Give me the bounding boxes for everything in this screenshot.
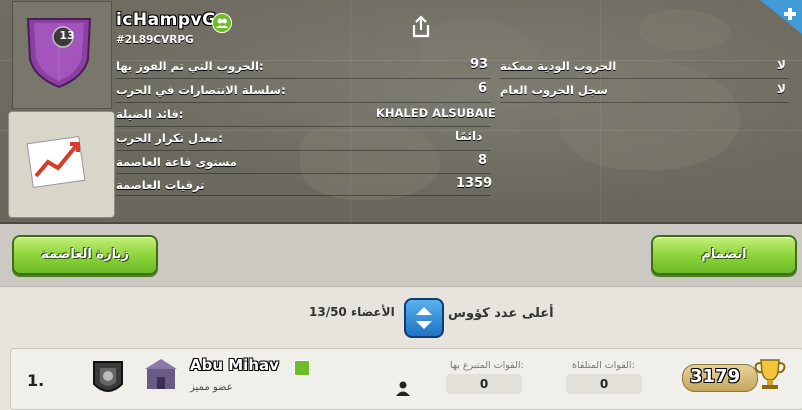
war-log-value: لا (777, 82, 786, 96)
visit-capital-button[interactable]: زيارة العاصمة (12, 235, 158, 275)
win-streak-value: 6 (478, 81, 488, 96)
member-role: عضو مميز (190, 382, 233, 393)
trophy-count: 3179 (690, 366, 741, 387)
members-count-value: 13/50 (309, 305, 347, 319)
received-value: 0 (566, 374, 642, 394)
clan-name: icHampvG (116, 10, 217, 30)
war-chart-icon (26, 136, 86, 188)
clan-leader-label: قائد الضيلة: (116, 107, 184, 121)
friendly-wars-label: الحروب الودية ممكنة (500, 59, 617, 73)
join-button[interactable]: انضمام (651, 235, 797, 275)
town-hall-icon (145, 359, 177, 389)
capital-trophies-value: 1359 (456, 176, 493, 191)
league-badge-icon (93, 361, 123, 392)
bookmark-icon[interactable] (760, 0, 802, 34)
member-name: Abu Mihav (190, 356, 279, 374)
war-frequency-label: معدل تكرار الحرب: (116, 131, 223, 145)
trophy-icon (754, 359, 786, 389)
clan-badge-icon (26, 18, 92, 89)
clan-level: 13 (59, 29, 75, 42)
share-icon[interactable] (408, 14, 434, 40)
capital-hall-label: مستوى قاعة العاصمة (116, 155, 237, 169)
capital-trophies-label: ترقيات العاصمة (116, 178, 205, 192)
capital-hall-value: 8 (478, 153, 488, 168)
sort-arrows-icon (416, 307, 432, 329)
clan-leader-value: KHALED ALSUBAIE (376, 106, 496, 120)
members-label: الأعضاء (350, 305, 395, 319)
clan-type-icon (212, 13, 232, 33)
members-count: 13/50 الأعضاء (309, 305, 395, 319)
friendly-wars-value: لا (777, 58, 786, 72)
war-frequency-value: دائمًا (455, 129, 483, 143)
war-log-label: سجل الحروب العام (500, 83, 608, 97)
member-rank: 1. (27, 371, 45, 390)
donated-label: القوات المتبرع بها: (450, 360, 524, 371)
sort-label: أعلى عدد كؤوس (448, 306, 554, 321)
wars-won-value: 93 (470, 57, 489, 72)
clan-tag: #2L89CVRPG (116, 34, 194, 46)
win-streak-label: سلسلة الانتصارات في الحرب: (116, 83, 286, 97)
member-menu-icon[interactable] (294, 360, 310, 376)
sort-toggle-button[interactable] (404, 298, 444, 338)
received-label: القوات المتلقاة: (572, 360, 635, 371)
profile-icon[interactable] (394, 379, 412, 397)
donated-value: 0 (446, 374, 522, 394)
wars-won-label: الحروب التي تم الفوز بها: (116, 59, 264, 73)
